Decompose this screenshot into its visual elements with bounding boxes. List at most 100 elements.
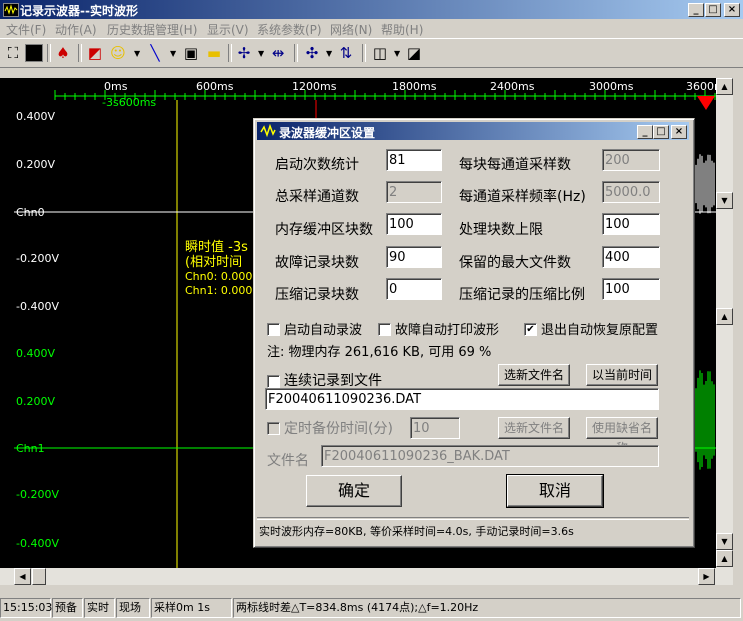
dialog-close-button[interactable]: × — [671, 125, 687, 139]
cancel-button[interactable]: 取消 — [506, 474, 604, 508]
chevron-down-icon[interactable]: ▼ — [326, 49, 332, 58]
binoculars-icon[interactable]: ⛶ — [3, 43, 23, 63]
scroll-down-button[interactable]: ▼ — [716, 533, 733, 550]
y-label: 0.400V — [16, 347, 56, 360]
fault-blocks-field[interactable]: 90 — [386, 246, 442, 268]
oscilloscope-icon — [260, 123, 276, 138]
sample-rate-label: 每通道采样频率(Hz) — [459, 189, 586, 205]
ok-button[interactable]: 确定 — [306, 475, 402, 507]
restore-on-exit-label: 退出自动恢复原配置 — [541, 323, 659, 338]
oscilloscope-icon — [3, 3, 19, 17]
auto-record-label: 启动自动录波 — [284, 323, 363, 338]
scroll-right-button[interactable]: ▶ — [698, 568, 715, 585]
smiley-icon[interactable]: ☺ — [108, 43, 128, 63]
chn1-label: Chn1 — [16, 442, 45, 455]
scope-view-icon[interactable] — [25, 44, 43, 62]
menu-history[interactable]: 历史数据管理(H) — [107, 21, 197, 38]
y-label: -0.200V — [16, 252, 59, 265]
chevron-down-icon[interactable]: ▼ — [394, 49, 400, 58]
menu-bar: 文件(F) 动作(A) 历史数据管理(H) 显示(V) 系统参数(P) 网络(N… — [0, 19, 743, 38]
menu-system[interactable]: 系统参数(P) — [257, 21, 322, 38]
mem-blocks-field[interactable]: 100 — [386, 213, 442, 235]
save-icon[interactable]: ▣ — [181, 43, 201, 63]
window-title-bar: 记录示波器--实时波形 _ □ × — [0, 0, 743, 19]
select-file-button[interactable]: 选新文件名 — [498, 364, 570, 386]
default-name-button: 使用缺省名称 — [586, 417, 658, 455]
x-tick-label: 1200ms — [292, 80, 337, 93]
waveform-icon[interactable]: ◩ — [85, 43, 105, 63]
minimize-button[interactable]: _ — [688, 3, 704, 17]
pen-icon[interactable]: ╲ — [145, 43, 165, 63]
menu-view[interactable]: 显示(V) — [207, 21, 249, 38]
dialog-minimize-button[interactable]: _ — [637, 125, 653, 139]
y-label: -0.400V — [16, 537, 59, 550]
chevron-down-icon[interactable]: ▼ — [134, 49, 140, 58]
select-file-button-2: 选新文件名 — [498, 417, 570, 439]
dialog-maximize-button[interactable]: □ — [653, 125, 669, 139]
max-blocks-field[interactable]: 100 — [602, 213, 660, 235]
sample-rate-field: 5000.0 — [602, 181, 660, 203]
scroll-up-button[interactable]: ▲ — [716, 78, 733, 95]
toolbar: ⛶ ♠ ◩ ☺ ▼ ╲ ▼ ▣ ▬ ✢ ▼ ⇹ ✣ ▼ ⇅ ◫ ▼ ◪ — [0, 38, 743, 68]
expand-vertical-icon[interactable]: ✣ — [302, 43, 322, 63]
record-icon[interactable]: ♠ — [53, 43, 73, 63]
compress-blocks-field[interactable]: 0 — [386, 278, 442, 300]
record-file-field[interactable]: F20040611090236.DAT — [265, 388, 659, 410]
instant-value-readout: 瞬时值 -3s (相对时间 Chn0: 0.0000 Chn1: 0.0000 — [185, 240, 259, 298]
compress-blocks-label: 压缩记录块数 — [275, 287, 359, 303]
timed-backup-checkbox — [267, 422, 280, 435]
fault-blocks-label: 故障记录块数 — [275, 255, 359, 271]
swap-vertical-icon[interactable]: ⇅ — [336, 43, 356, 63]
y-label: -0.400V — [16, 300, 59, 313]
vertical-scrollbar[interactable]: ▲ ▼ ▲ ▼ ▲ — [716, 78, 733, 568]
restore-on-exit-checkbox[interactable]: ✔ — [524, 323, 537, 336]
x-tick-label: 2400ms — [490, 80, 535, 93]
ramp-icon[interactable]: ◪ — [404, 43, 424, 63]
x-tick-label: 0ms — [104, 80, 128, 93]
x-tick-label: 3000ms — [589, 80, 634, 93]
cursor-icon[interactable]: ✢ — [234, 43, 254, 63]
backup-minutes-field: 10 — [410, 417, 460, 439]
dialog-title-bar: 录波器缓冲区设置 _ □ × — [257, 122, 689, 140]
samples-per-block-label: 每块每通道采样数 — [459, 157, 571, 173]
scroll-down-button[interactable]: ▼ — [716, 192, 733, 209]
compress-ratio-field[interactable]: 100 — [602, 278, 660, 300]
menu-network[interactable]: 网络(N) — [330, 21, 372, 38]
scroll-up-button[interactable]: ▲ — [716, 308, 733, 325]
y-label: 0.400V — [16, 110, 56, 123]
total-channels-field: 2 — [386, 181, 442, 203]
scroll-up-button[interactable]: ▲ — [716, 550, 733, 567]
samples-per-block-field: 200 — [602, 149, 660, 171]
readout-line: Chn0: 0.0000 — [185, 270, 260, 283]
status-bar: 15:15:03 预备 实时 现场 采样0m 1s 两标线时差△T=834.8m… — [0, 596, 743, 621]
status-mode-field: 现场 — [116, 598, 150, 618]
continuous-record-checkbox[interactable] — [267, 375, 280, 388]
expand-horizontal-icon[interactable]: ⇹ — [268, 43, 288, 63]
menu-file[interactable]: 文件(F) — [6, 21, 46, 38]
window-title: 记录示波器--实时波形 — [20, 4, 138, 18]
menu-help[interactable]: 帮助(H) — [381, 21, 423, 38]
status-delta: 两标线时差△T=834.8ms (4174点);△f=1.20Hz — [233, 598, 741, 618]
chn0-label: Chn0 — [16, 206, 45, 219]
chevron-down-icon[interactable]: ▼ — [170, 49, 176, 58]
dialog-status-text: 实时波形内存=80KB, 等价采样时间=4.0s, 手动记录时间=3.6s — [259, 525, 574, 538]
grid-icon[interactable]: ◫ — [370, 43, 390, 63]
scroll-thumb[interactable] — [32, 568, 46, 585]
menu-action[interactable]: 动作(A) — [55, 21, 97, 38]
chevron-down-icon[interactable]: ▼ — [258, 49, 264, 58]
maximize-button[interactable]: □ — [705, 3, 721, 17]
horizontal-scrollbar[interactable]: ◀ ▶ — [0, 568, 733, 585]
scroll-left-button[interactable]: ◀ — [14, 568, 31, 585]
readout-line: Chn1: 0.0000 — [185, 284, 260, 297]
auto-record-checkbox[interactable] — [267, 323, 280, 336]
start-count-field[interactable]: 81 — [386, 149, 442, 171]
current-time-button[interactable]: 以当前时间 — [586, 364, 658, 386]
auto-print-checkbox[interactable] — [378, 323, 391, 336]
max-files-field[interactable]: 400 — [602, 246, 660, 268]
compress-ratio-label: 压缩记录的压缩比例 — [459, 287, 585, 303]
close-button[interactable]: × — [724, 3, 740, 17]
x-tick-label: 1800ms — [392, 80, 437, 93]
mem-blocks-label: 内存缓冲区块数 — [275, 222, 373, 238]
x-tick-label: 600ms — [196, 80, 234, 93]
folder-icon[interactable]: ▬ — [204, 43, 224, 63]
